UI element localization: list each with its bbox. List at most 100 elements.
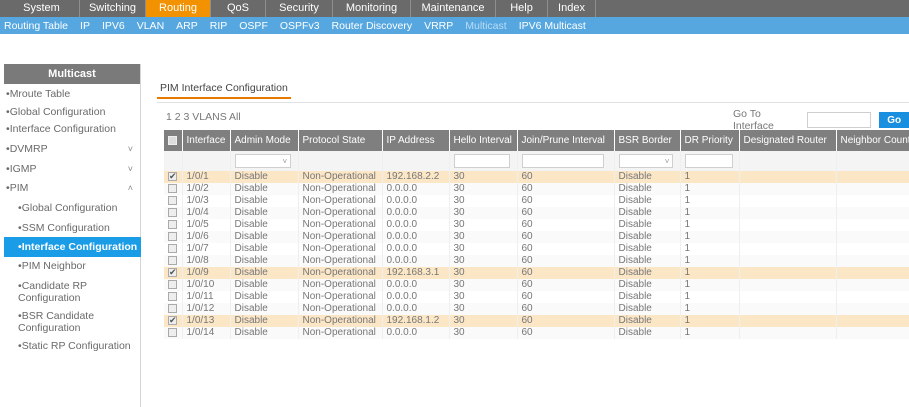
- subnav-ip[interactable]: IP: [80, 20, 90, 32]
- sidebar-item-interface-configuration[interactable]: •Interface Configuration: [4, 123, 141, 135]
- go-to-interface-input[interactable]: [807, 112, 872, 128]
- column-filter-input[interactable]: [521, 154, 605, 168]
- chevron-down-icon[interactable]: ˅: [128, 143, 133, 155]
- filter-cell: [680, 151, 740, 171]
- topnav-security[interactable]: Security: [266, 0, 333, 17]
- column-filter-select[interactable]: ˅: [618, 154, 674, 168]
- sidebar-item-label: SSM Configuration: [21, 222, 110, 234]
- filter-cell: [739, 151, 837, 171]
- row-checkbox[interactable]: [168, 231, 177, 241]
- column-filter-input[interactable]: [453, 154, 511, 168]
- row-checkbox[interactable]: [168, 291, 177, 301]
- table-row[interactable]: 1/0/11 Disable Non-Operational 0.0.0.0 30 60 D…: [164, 291, 909, 303]
- subnav-ospf[interactable]: OSPF: [239, 20, 268, 32]
- sidebar-item-interface-configuration[interactable]: •Interface Configuration: [4, 237, 141, 257]
- cell-ip: 0.0.0.0: [382, 183, 450, 195]
- column-filter-select[interactable]: ˅: [234, 154, 292, 168]
- sidebar-item-igmp[interactable]: •IGMP ˅: [4, 163, 141, 175]
- row-checkbox[interactable]: [168, 243, 177, 253]
- sidebar-item-label: Interface Configuration: [9, 123, 116, 135]
- topnav-help[interactable]: Help: [496, 0, 548, 17]
- sidebar-item-label: Static RP Configuration: [21, 340, 131, 352]
- row-select-cell: [164, 195, 183, 207]
- row-checkbox[interactable]: [168, 219, 177, 229]
- sidebar-item-mroute-table[interactable]: •Mroute Table: [4, 88, 141, 100]
- table-row[interactable]: 1/0/10 Disable Non-Operational 0.0.0.0 30 60 D…: [164, 279, 909, 291]
- table-row[interactable]: 1/0/2 Disable Non-Operational 0.0.0.0 30 60 Di…: [164, 183, 909, 195]
- interface-filter-links[interactable]: 1 2 3 VLANS All: [166, 111, 241, 123]
- cell-hello: 30: [449, 267, 518, 279]
- row-checkbox[interactable]: [168, 183, 177, 193]
- sidebar-item-label: IGMP: [9, 163, 37, 175]
- topnav-qos[interactable]: QoS: [211, 0, 266, 17]
- row-checkbox[interactable]: [168, 207, 177, 217]
- row-checkbox[interactable]: [168, 279, 177, 289]
- cell-protocol-state: Non-Operational: [298, 255, 383, 267]
- subnav-vrrp[interactable]: VRRP: [424, 20, 453, 32]
- subnav-router-discovery[interactable]: Router Discovery: [332, 20, 413, 32]
- cell-designated-router: [739, 207, 837, 219]
- topnav-switching[interactable]: Switching: [80, 0, 146, 17]
- subnav-ipv6[interactable]: IPV6: [102, 20, 125, 32]
- topnav-maintenance[interactable]: Maintenance: [411, 0, 496, 17]
- subnav-routing-table[interactable]: Routing Table: [4, 20, 68, 32]
- row-checkbox[interactable]: [168, 195, 177, 205]
- table-row[interactable]: 1/0/6 Disable Non-Operational 0.0.0.0 30 60 Di…: [164, 231, 909, 243]
- cell-admin-mode: Disable: [230, 291, 299, 303]
- table-row[interactable]: 1/0/5 Disable Non-Operational 0.0.0.0 30 60 Di…: [164, 219, 909, 231]
- subnav-multicast[interactable]: Multicast: [465, 20, 506, 32]
- sidebar-item-candidate-rp-configuration[interactable]: •Candidate RP Configuration: [4, 280, 141, 304]
- topnav-system[interactable]: System: [4, 0, 80, 17]
- table-row[interactable]: 1/0/12 Disable Non-Operational 0.0.0.0 30 60 D…: [164, 303, 909, 315]
- subnav-vlan[interactable]: VLAN: [137, 20, 164, 32]
- table-row[interactable]: 1/0/14 Disable Non-Operational 0.0.0.0 30 60 D…: [164, 327, 909, 339]
- cell-designated-router: [739, 279, 837, 291]
- chevron-up-icon[interactable]: ˄: [128, 182, 133, 194]
- sidebar-item-pim[interactable]: •PIM ˄: [4, 182, 141, 194]
- cell-interface: 1/0/10: [182, 279, 231, 291]
- table-row[interactable]: 1/0/1DisableNon-Operational192.168.2.230…: [164, 171, 909, 183]
- table-row[interactable]: 1/0/3 Disable Non-Operational 0.0.0.0 30 60 Di…: [164, 195, 909, 207]
- column-filter-input[interactable]: [684, 154, 734, 168]
- cell-dr-priority: 1: [680, 171, 740, 183]
- row-checkbox[interactable]: [168, 267, 177, 278]
- row-select-cell: [164, 243, 183, 255]
- sidebar-item-static-rp-configuration[interactable]: •Static RP Configuration: [4, 340, 141, 352]
- table-row[interactable]: 1/0/9DisableNon-Operational192.168.3.130…: [164, 267, 909, 279]
- sidebar-item-label: Global Configuration: [9, 106, 106, 118]
- table-row[interactable]: 1/0/4 Disable Non-Operational 0.0.0.0 30 60 Di…: [164, 207, 909, 219]
- cell-neighbor-count: [836, 231, 909, 243]
- sidebar-item-global-configuration[interactable]: •Global Configuration: [4, 202, 141, 214]
- chevron-down-icon[interactable]: ˅: [128, 163, 133, 175]
- sidebar-item-global-configuration[interactable]: •Global Configuration: [4, 106, 141, 118]
- table-row[interactable]: 1/0/7 Disable Non-Operational 0.0.0.0 30 60 Di…: [164, 243, 909, 255]
- cell-ip: 0.0.0.0: [382, 207, 450, 219]
- row-checkbox[interactable]: [168, 327, 177, 337]
- row-checkbox[interactable]: [168, 255, 177, 265]
- topnav-routing[interactable]: Routing: [146, 0, 211, 17]
- table-row[interactable]: 1/0/8 Disable Non-Operational 0.0.0.0 30 60 Di…: [164, 255, 909, 267]
- select-all-checkbox[interactable]: [168, 135, 177, 145]
- row-checkbox[interactable]: [168, 171, 177, 182]
- cell-designated-router: [739, 183, 837, 195]
- sidebar-item-bsr-candidate-configuration[interactable]: •BSR Candidate Configuration: [4, 310, 141, 334]
- subnav-rip[interactable]: RIP: [210, 20, 228, 32]
- cell-protocol-state: Non-Operational: [298, 327, 383, 339]
- topnav-monitoring[interactable]: Monitoring: [333, 0, 411, 17]
- cell-neighbor-count: [836, 255, 909, 267]
- table-header-row: Interface Admin Mode Protocol State IP Addr…: [164, 130, 909, 151]
- subnav-arp[interactable]: ARP: [176, 20, 198, 32]
- sidebar-item-dvmrp[interactable]: •DVMRP ˅: [4, 143, 141, 155]
- row-checkbox[interactable]: [168, 303, 177, 313]
- cell-neighbor-count: [836, 267, 909, 279]
- subnav-ipv6-multicast[interactable]: IPV6 Multicast: [519, 20, 586, 32]
- tab-pim-interface-configuration[interactable]: PIM Interface Configuration: [157, 82, 291, 99]
- table-row[interactable]: 1/0/13DisableNon-Operational192.168.1.23…: [164, 315, 909, 327]
- column-header-protocol-state: Protocol State: [298, 130, 383, 151]
- sidebar-item-ssm-configuration[interactable]: •SSM Configuration: [4, 222, 141, 234]
- topnav-index[interactable]: Index: [548, 0, 596, 17]
- go-button[interactable]: Go: [879, 112, 909, 128]
- row-checkbox[interactable]: [168, 315, 177, 326]
- subnav-ospfv3[interactable]: OSPFv3: [280, 20, 320, 32]
- sidebar-item-pim-neighbor[interactable]: •PIM Neighbor: [4, 260, 141, 272]
